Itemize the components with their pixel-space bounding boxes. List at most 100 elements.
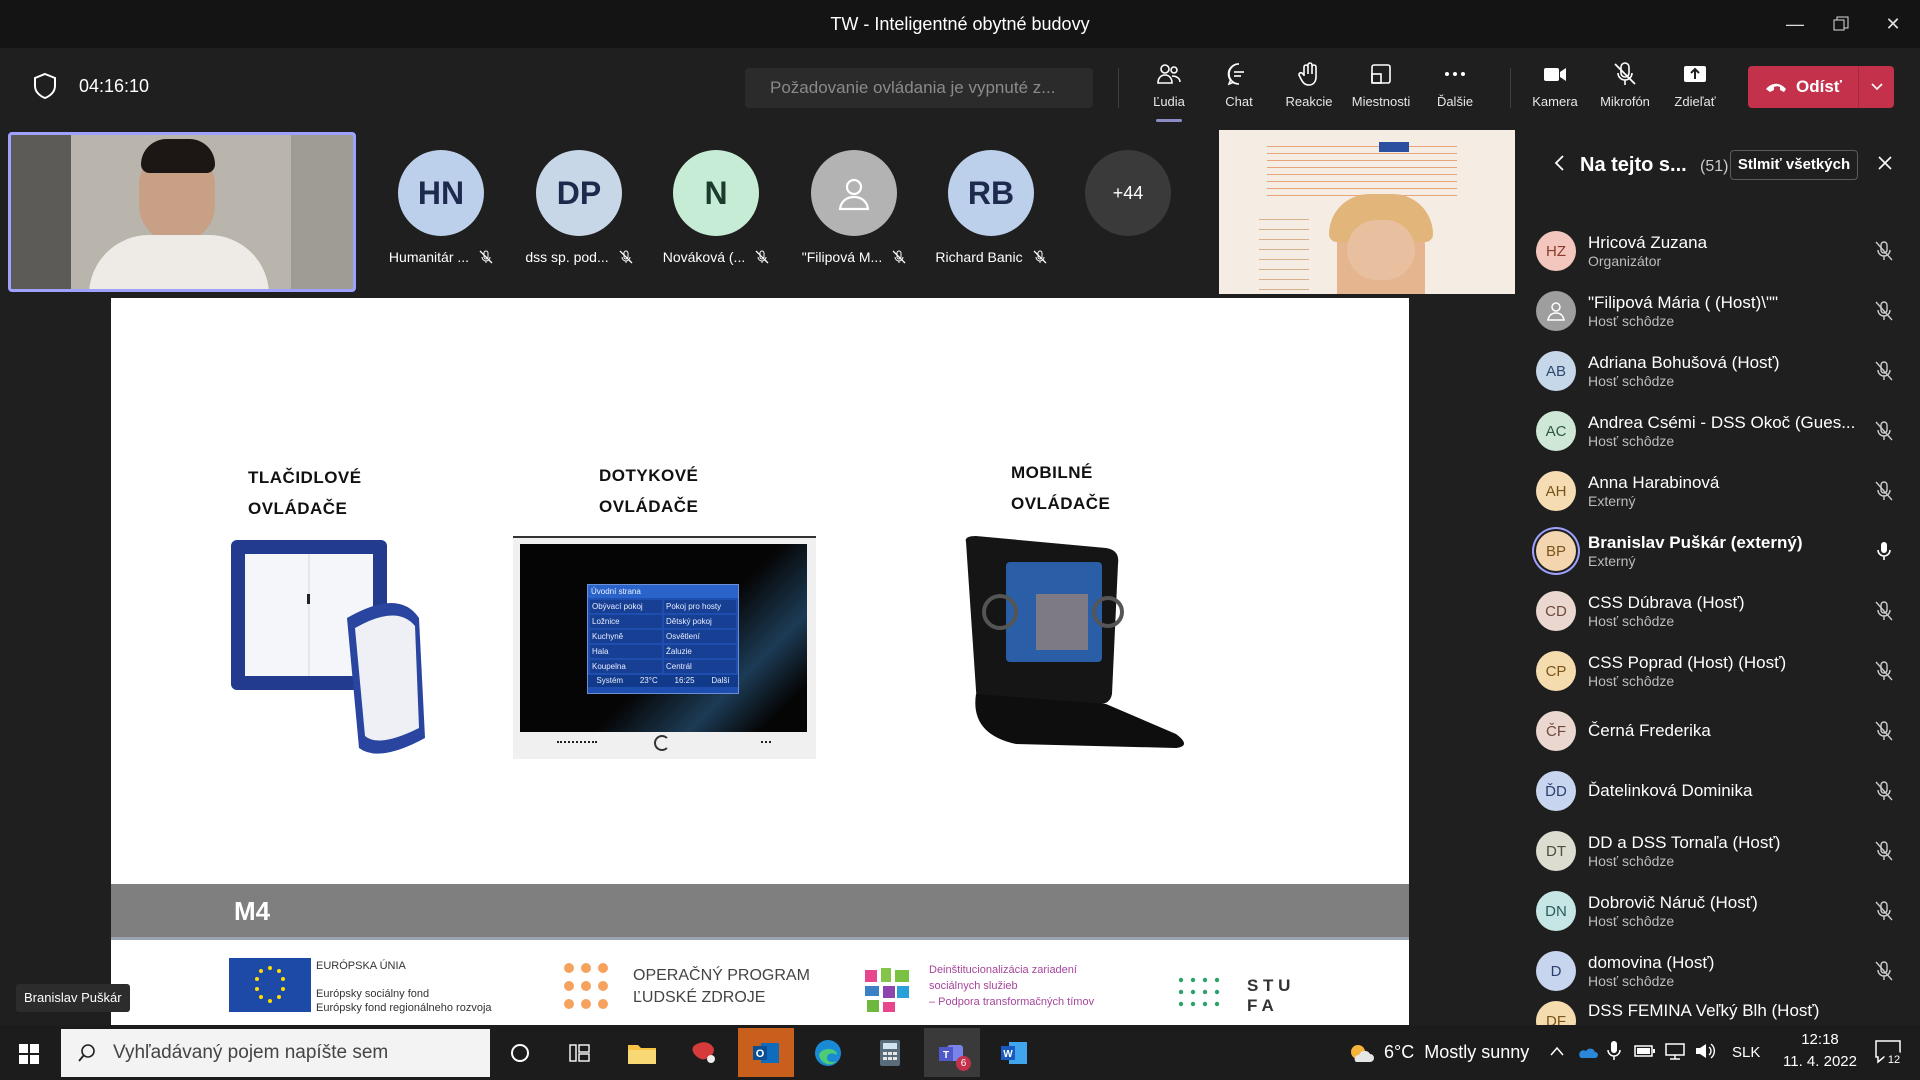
- people-button[interactable]: Ľudia: [1134, 60, 1204, 122]
- file-explorer-icon[interactable]: [614, 1028, 670, 1077]
- participant-tile[interactable]: N Nováková (...: [654, 150, 778, 265]
- participant-row[interactable]: AH Anna Harabinová Externý: [1536, 461, 1920, 521]
- notification-center[interactable]: 12: [1868, 1033, 1908, 1073]
- control-request-field: Požadovanie ovládania je vypnuté z...: [745, 68, 1093, 108]
- participant-name: dss sp. pod...: [525, 249, 609, 265]
- tray-chevron-up-icon[interactable]: [1550, 1046, 1564, 1056]
- touch-panel-knob: [654, 735, 670, 751]
- participant-tile[interactable]: "Filipová M...: [792, 150, 916, 265]
- participant-row[interactable]: D domovina (Hosť) Hosť schôdze: [1536, 941, 1920, 1001]
- participant-name: Hricová Zuzana: [1588, 233, 1708, 252]
- more-button[interactable]: Ďalšie: [1420, 60, 1490, 120]
- stu-logo-icon: [1178, 977, 1220, 1007]
- slide-label-line: OVLÁDAČE: [248, 499, 348, 518]
- weather-widget[interactable]: 6°C Mostly sunny: [1348, 1025, 1529, 1080]
- slide-footer-title: M4: [234, 896, 271, 926]
- mic-button[interactable]: Mikrofón: [1590, 60, 1660, 120]
- maximize-icon[interactable]: [1818, 0, 1864, 48]
- stu-logo-line: S T U: [1247, 976, 1291, 995]
- share-button[interactable]: Zdieľať: [1660, 60, 1730, 120]
- tray-mic-icon[interactable]: [1606, 1040, 1622, 1062]
- participant-row[interactable]: ČF Černá Frederika: [1536, 701, 1920, 761]
- participant-row[interactable]: "Filipová Mária ( (Host)\"" Hosť schôdze: [1536, 281, 1920, 341]
- volume-icon[interactable]: [1694, 1042, 1716, 1060]
- slide-label-line: MOBILNÉ: [1011, 463, 1093, 482]
- deinst-logo-line: sociálnych služieb: [929, 980, 1018, 992]
- taskbar-search[interactable]: Vyhľadávaný pojem napíšte sem: [61, 1029, 490, 1077]
- battery-icon[interactable]: [1634, 1044, 1656, 1058]
- minimize-icon[interactable]: —: [1772, 0, 1818, 48]
- avatar: AC: [1536, 411, 1576, 451]
- participant-row[interactable]: AC Andrea Csémi - DSS Okoč (Gues... Hosť …: [1536, 401, 1920, 461]
- word-icon[interactable]: W: [986, 1028, 1042, 1077]
- person-hair: [141, 139, 215, 173]
- people-label: Ľudia: [1153, 94, 1185, 109]
- participant-name: Branislav Puškár (externý): [1588, 533, 1803, 552]
- mic-off-icon: [1875, 721, 1893, 741]
- push-button-switch-image: [231, 540, 425, 754]
- chat-button[interactable]: Chat: [1204, 60, 1274, 120]
- touch-menu: Úvodní strana Obývací pokoj Pokoj pro ho…: [587, 584, 739, 694]
- participant-role: Hosť schôdze: [1588, 673, 1675, 689]
- mic-off-icon: [1875, 901, 1893, 921]
- windows-start-icon[interactable]: [19, 1044, 39, 1064]
- participant-row[interactable]: DT DD a DSS Tornaľa (Hosť) Hosť schôdze: [1536, 821, 1920, 881]
- participant-row[interactable]: BP Branislav Puškár (externý) Externý: [1536, 521, 1920, 581]
- participant-row[interactable]: DF DSS FEMINA Veľký Blh (Hosť): [1536, 1001, 1920, 1025]
- participant-role: Hosť schôdze: [1588, 613, 1675, 629]
- edge-icon[interactable]: [800, 1028, 856, 1077]
- onedrive-icon[interactable]: [1576, 1042, 1598, 1062]
- close-icon[interactable]: ✕: [1870, 0, 1916, 48]
- deinst-logo-icon: [865, 968, 909, 1012]
- leave-main[interactable]: Odísť: [1748, 77, 1858, 97]
- participant-name: domovina (Hosť): [1588, 953, 1715, 972]
- leave-dropdown[interactable]: [1858, 66, 1894, 108]
- more-participants-button[interactable]: +44: [1085, 150, 1171, 236]
- snip-tool-icon[interactable]: [676, 1028, 732, 1077]
- participant-row[interactable]: DN Dobrovič Náruč (Hosť) Hosť schôdze: [1536, 881, 1920, 941]
- slide-thumbnail-list: [1259, 210, 1309, 290]
- calculator-icon[interactable]: [862, 1028, 918, 1077]
- teams-icon[interactable]: T 6: [924, 1028, 980, 1077]
- touch-panel-dots: [557, 741, 597, 743]
- mic-on-icon: [1877, 542, 1891, 560]
- touch-menu-status: Další: [711, 676, 730, 685]
- touch-menu-item: Ložnice: [590, 615, 662, 628]
- cortana-icon[interactable]: [492, 1028, 548, 1077]
- participant-row[interactable]: AB Adriana Bohušová (Hosť) Hosť schôdze: [1536, 341, 1920, 401]
- participant-name: CSS Poprad (Host) (Hosť): [1588, 653, 1787, 672]
- leave-button[interactable]: Odísť: [1748, 66, 1894, 108]
- participant-row[interactable]: CP CSS Poprad (Host) (Hosť) Hosť schôdze: [1536, 641, 1920, 701]
- slide-label-line: TLAČIDLOVÉ: [248, 468, 362, 487]
- clock[interactable]: 12:18 11. 4. 2022: [1772, 1029, 1868, 1073]
- language-indicator[interactable]: SLK: [1732, 1025, 1760, 1080]
- rooms-button[interactable]: Miestnosti: [1346, 60, 1416, 120]
- network-icon[interactable]: [1664, 1042, 1686, 1060]
- reactions-button[interactable]: Reakcie: [1274, 60, 1344, 120]
- participant-tile[interactable]: HN Humanitár ...: [379, 150, 503, 265]
- task-view-icon[interactable]: [552, 1028, 608, 1077]
- presenter-video[interactable]: [1219, 130, 1515, 294]
- mic-label: Mikrofón: [1600, 94, 1650, 109]
- close-panel-icon[interactable]: [1877, 155, 1893, 171]
- touch-menu-status: 16:25: [674, 676, 695, 685]
- participant-row[interactable]: ĎD Ďatelinková Dominika: [1536, 761, 1920, 821]
- camera-button[interactable]: Kamera: [1520, 60, 1590, 120]
- participant-name: Anna Harabinová: [1588, 473, 1720, 492]
- avatar: AH: [1536, 471, 1576, 511]
- op-logo-icon: [564, 963, 608, 1009]
- avatar: BP: [1536, 531, 1576, 571]
- participant-name: Richard Banic: [935, 249, 1023, 265]
- outlook-icon[interactable]: O: [738, 1028, 794, 1077]
- mute-all-button[interactable]: Stlmiť všetkých: [1730, 150, 1858, 180]
- mic-off-icon: [755, 250, 769, 264]
- avatar: DF: [1536, 1001, 1576, 1025]
- back-chevron-icon[interactable]: [1553, 154, 1565, 172]
- participant-tile[interactable]: DP dss sp. pod...: [517, 150, 641, 265]
- touch-menu-status: 23°C: [639, 676, 658, 685]
- video-background: [291, 135, 353, 289]
- participant-row[interactable]: HZ Hricová Zuzana Organizátor: [1536, 221, 1920, 281]
- active-speaker-video[interactable]: [8, 132, 356, 292]
- participant-tile[interactable]: RB Richard Banic: [929, 150, 1053, 265]
- participant-row[interactable]: CD CSS Dúbrava (Hosť) Hosť schôdze: [1536, 581, 1920, 641]
